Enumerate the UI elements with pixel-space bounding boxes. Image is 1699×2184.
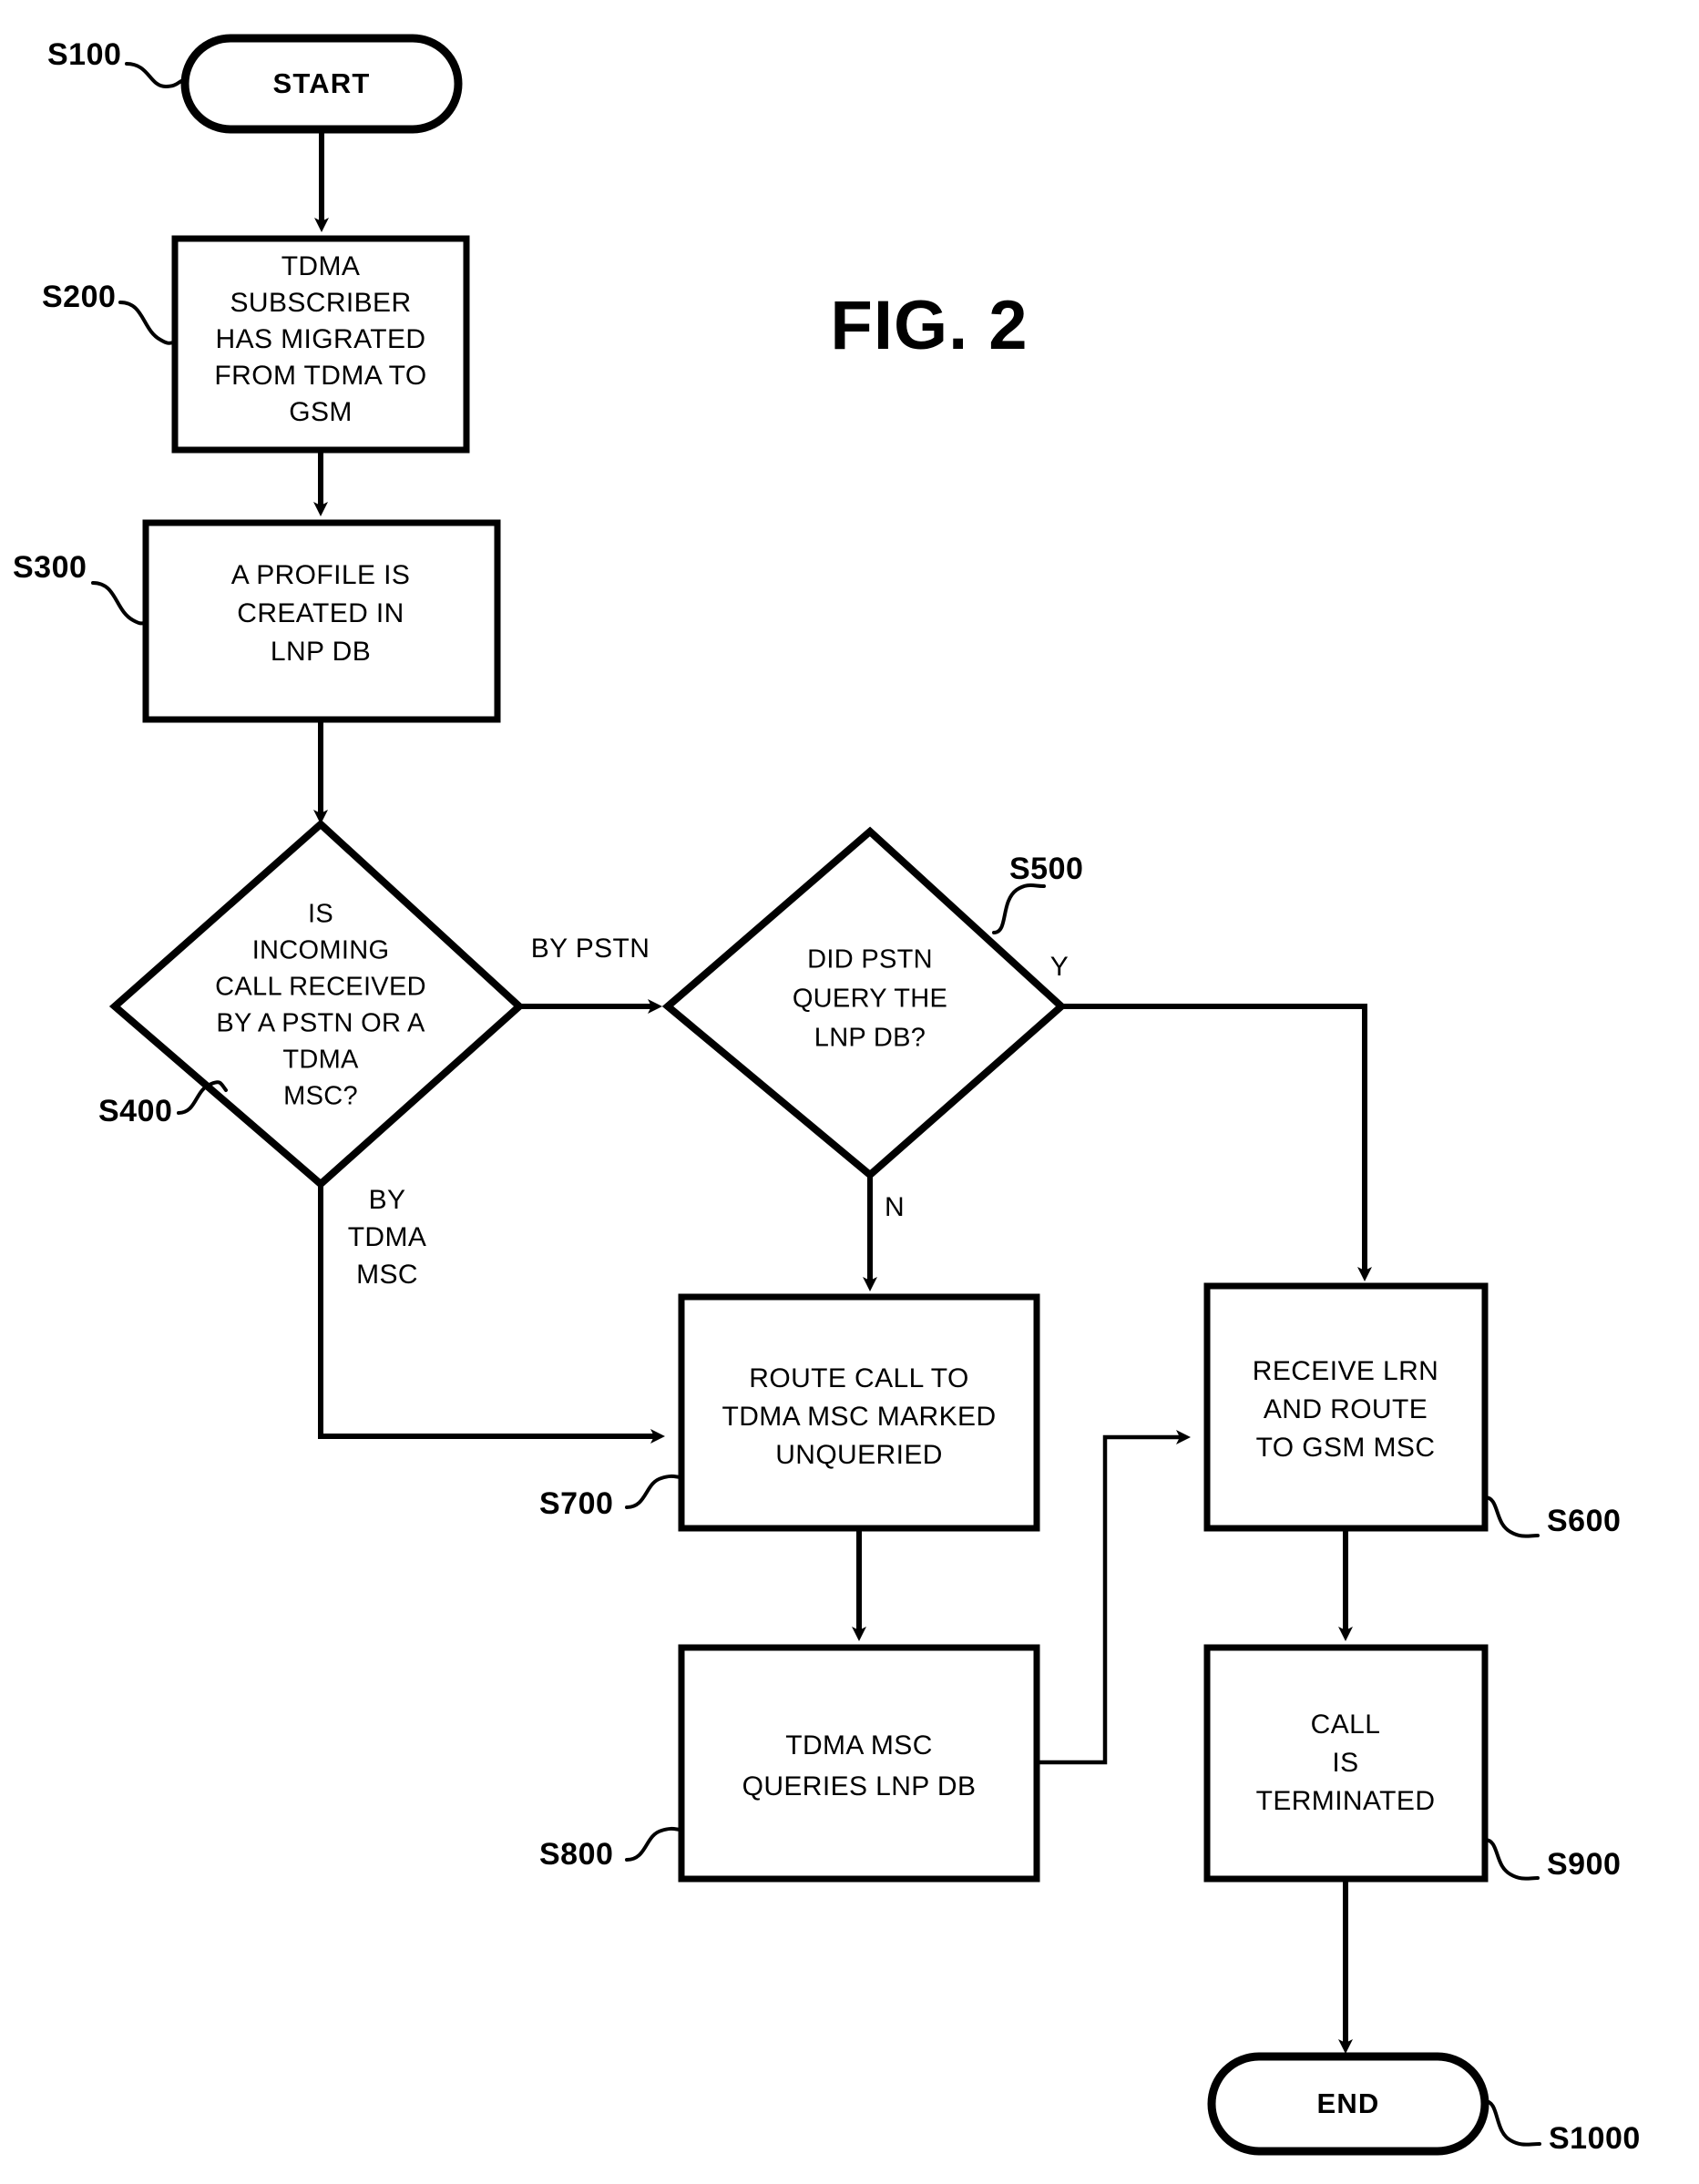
leader-line-s600 bbox=[1483, 1495, 1540, 1538]
migrated-line5: GSM bbox=[289, 397, 353, 427]
migrated-line2: SUBSCRIBER bbox=[230, 288, 411, 318]
start-terminal-label: START bbox=[272, 67, 370, 99]
step-ref-s700: S700 bbox=[539, 1486, 613, 1521]
incoming-decision-line5: TDMA bbox=[282, 1046, 359, 1075]
migrated-line1: TDMA bbox=[281, 251, 361, 281]
incoming-decision-shape bbox=[108, 819, 525, 1189]
leader-line-s100 bbox=[125, 62, 187, 89]
receive-lrn-line3: TO GSM MSC bbox=[1256, 1433, 1436, 1463]
route-call-line1: ROUTE CALL TO bbox=[749, 1363, 968, 1393]
leader-line-s700 bbox=[625, 1474, 683, 1509]
step-ref-s200: S200 bbox=[42, 280, 116, 314]
tdma-queries-line2: QUERIES LNP DB bbox=[742, 1771, 977, 1801]
leader-line-s200 bbox=[118, 301, 177, 345]
step-ref-s100: S100 bbox=[47, 37, 121, 72]
edge-label-by-tdma-line2: TDMA bbox=[348, 1222, 427, 1252]
step-ref-s900: S900 bbox=[1547, 1847, 1621, 1882]
flowchart-svg: FIG. 2 START S100 TDMA SUBSCRIBER HAS MI… bbox=[13, 34, 1641, 2156]
migrated-line3: HAS MIGRATED bbox=[216, 324, 426, 354]
call-terminated-line2: IS bbox=[1332, 1748, 1358, 1778]
edge-label-by-tdma-line1: BY bbox=[369, 1185, 406, 1215]
step-ref-s300: S300 bbox=[13, 550, 87, 585]
patent-figure-canvas: FIG. 2 START S100 TDMA SUBSCRIBER HAS MI… bbox=[0, 0, 1699, 2184]
call-terminated-line1: CALL bbox=[1311, 1709, 1381, 1740]
incoming-decision-line2: INCOMING bbox=[252, 936, 390, 965]
leader-line-s500 bbox=[992, 883, 1046, 934]
pstn-query-line1: DID PSTN bbox=[807, 945, 933, 975]
connector-s500-yes-to-s600 bbox=[1061, 1004, 1372, 1281]
profile-line3: LNP DB bbox=[271, 637, 371, 667]
profile-line1: A PROFILE IS bbox=[231, 560, 411, 590]
tdma-queries-line1: TDMA MSC bbox=[785, 1730, 933, 1760]
profile-line2: CREATED IN bbox=[237, 598, 404, 628]
step-ref-s1000: S1000 bbox=[1549, 2121, 1641, 2156]
migrated-line4: FROM TDMA TO bbox=[214, 361, 426, 391]
route-call-line3: UNQUERIED bbox=[775, 1440, 943, 1470]
incoming-decision-line1: IS bbox=[308, 900, 333, 929]
receive-lrn-line2: AND ROUTE bbox=[1264, 1394, 1428, 1424]
receive-lrn-line1: RECEIVE LRN bbox=[1253, 1356, 1438, 1386]
step-ref-s600: S600 bbox=[1547, 1504, 1621, 1538]
connector-s800-to-s600 bbox=[1037, 1430, 1191, 1765]
leader-line-s900 bbox=[1483, 1838, 1540, 1881]
incoming-decision-line3: CALL RECEIVED bbox=[215, 973, 426, 1002]
step-ref-s500: S500 bbox=[1009, 852, 1083, 886]
edge-label-no: N bbox=[885, 1192, 905, 1222]
step-ref-s800: S800 bbox=[539, 1837, 613, 1872]
pstn-query-line3: LNP DB? bbox=[814, 1024, 926, 1053]
leader-line-s800 bbox=[625, 1826, 683, 1862]
leader-line-s300 bbox=[91, 581, 148, 626]
tdma-queries-box-shape bbox=[678, 1644, 1040, 1883]
end-terminal-label: END bbox=[1316, 2087, 1379, 2119]
leader-line-s1000 bbox=[1483, 2099, 1541, 2147]
edge-label-yes: Y bbox=[1050, 952, 1069, 982]
incoming-decision-line6: MSC? bbox=[283, 1082, 358, 1111]
step-ref-s400: S400 bbox=[98, 1094, 172, 1128]
call-terminated-line3: TERMINATED bbox=[1256, 1786, 1436, 1816]
pstn-query-line2: QUERY THE bbox=[793, 985, 947, 1014]
incoming-decision-line4: BY A PSTN OR A bbox=[216, 1009, 425, 1038]
edge-label-by-tdma-line3: MSC bbox=[356, 1260, 418, 1290]
route-call-line2: TDMA MSC MARKED bbox=[722, 1402, 996, 1432]
figure-title: FIG. 2 bbox=[830, 287, 1028, 364]
edge-label-by-pstn: BY PSTN bbox=[531, 934, 650, 964]
